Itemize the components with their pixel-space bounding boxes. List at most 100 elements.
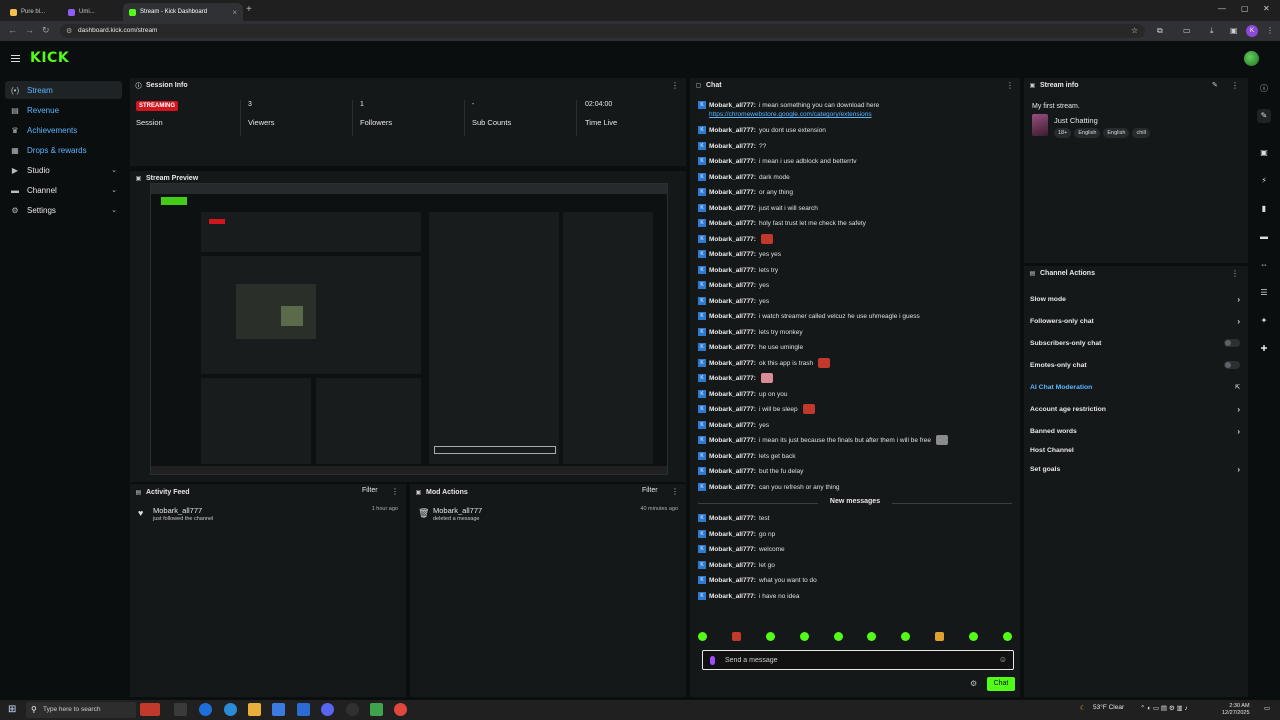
chat-username[interactable]: Mobark_all777: [709,437,756,444]
chat-username[interactable]: Mobark_all777: [709,329,756,336]
edit-layout-icon[interactable]: ✎ [1257,109,1271,123]
chat-username[interactable]: Mobark_all777: [709,313,756,320]
chat-username[interactable]: Mobark_all777: [709,391,756,398]
chat-settings-icon[interactable]: ⚙ [970,679,977,688]
file-explorer-icon[interactable] [248,703,261,716]
more-options-icon[interactable]: ⋮ [1231,81,1239,90]
chrome-icon[interactable] [394,703,407,716]
chat-username[interactable]: Mobark_all777: [709,298,756,305]
edit-pencil-icon[interactable]: ✎ [1212,81,1218,89]
activity-filter-button[interactable]: Filter [362,487,378,494]
sidebar-item-channel[interactable]: ▬ Channel ⌄ [5,181,122,199]
minimize-icon[interactable]: — [1218,4,1226,13]
sidebar-item-settings[interactable]: ⚙ Settings ⌄ [5,201,122,219]
sidebar-item-achievements[interactable]: ♛ Achievements [5,121,122,139]
puzzle-icon[interactable]: ✚ [1257,342,1271,356]
extensions-icon[interactable]: ⧉ [1157,26,1163,36]
stream-category[interactable]: Just Chatting [1054,116,1098,125]
more-options-icon[interactable]: ⋮ [391,487,399,496]
chat-username[interactable]: Mobark_all777: [709,189,756,196]
sidebar-icon[interactable]: ▭ [1183,26,1191,35]
chat-username[interactable]: Mobark_all777: [709,220,756,227]
chat-username[interactable]: Mobark_all777: [709,515,756,522]
browser-tab-1[interactable]: Pure bl... [4,3,58,21]
discord-icon[interactable] [321,703,334,716]
feed-user[interactable]: Mobark_all777 [153,506,202,515]
forward-icon[interactable]: → [25,25,34,35]
list-icon[interactable]: ☰ [1257,286,1271,300]
emote-icon[interactable] [833,632,843,641]
browser-menu-icon[interactable]: ⋮ [1266,26,1274,35]
host-channel-action[interactable]: Host Channel [1030,443,1240,457]
emote-icon[interactable] [698,632,707,641]
send-chat-button[interactable]: Chat [987,677,1015,691]
mail-icon[interactable] [297,703,310,716]
emote-icon[interactable] [901,632,911,641]
microphone-icon[interactable] [710,656,715,665]
chat-bubble-icon[interactable]: ▬ [1257,230,1271,244]
chat-username[interactable]: Mobark_all777: [709,158,756,165]
sidebar-item-stream[interactable]: (•) Stream [5,81,122,99]
lightning-icon[interactable]: ⚡ [1257,174,1271,188]
reload-icon[interactable]: ↻ [42,25,50,36]
taskbar-clock[interactable]: 2:30 AM 12/27/2025 [1222,703,1250,717]
chat-username[interactable]: Mobark_all777: [709,282,756,289]
subscribers-only-toggle[interactable] [1224,339,1240,347]
browser-tab-2[interactable]: Umi... [62,3,120,21]
chat-username[interactable]: Mobark_all777: [709,453,756,460]
emote-icon[interactable] [867,632,877,641]
mod-filter-button[interactable]: Filter [642,487,658,494]
emote-icon[interactable] [765,632,775,641]
slow-mode-action[interactable]: Slow mode › [1030,292,1240,306]
new-tab-icon[interactable]: + [246,4,252,15]
emote-icon[interactable] [935,632,945,641]
edge-icon[interactable] [224,703,237,716]
chat-username[interactable]: Mobark_all777: [709,422,756,429]
url-field[interactable]: dashboard.kick.com/stream [60,24,1145,38]
browser-tab-active[interactable]: Stream - Kick Dashboard × [123,3,243,21]
stream-preview-video[interactable] [150,183,668,475]
document-icon[interactable]: ▮ [1257,202,1271,216]
ai-chat-moderation-action[interactable]: AI Chat Moderation ⇱ [1030,380,1240,394]
taskbar-search[interactable]: ⚲ Type here to search [26,702,136,718]
chat-username[interactable]: Mobark_all777: [709,236,756,243]
store-icon[interactable] [272,703,285,716]
chat-message-input[interactable] [725,654,985,666]
system-tray-icons[interactable]: ⌃ ◐ ▭ ▤ ⚙ ▥ ♪ [1140,704,1188,712]
back-icon[interactable]: ← [8,25,17,35]
close-window-icon[interactable]: ✕ [1263,4,1270,13]
chat-username[interactable]: Mobark_all777: [709,562,756,569]
notification-icon[interactable]: ▭ [1264,704,1270,712]
chat-username[interactable]: Mobark_all777: [709,360,756,367]
info-icon[interactable]: ⓘ [1257,82,1271,96]
chat-username[interactable]: Mobark_all777: [709,174,756,181]
menu-toggle-icon[interactable] [11,55,20,62]
minecraft-icon[interactable] [370,703,383,716]
weather-text[interactable]: 53°F Clear [1093,704,1124,711]
chat-username[interactable]: Mobark_all777: [709,102,756,109]
chat-username[interactable]: Mobark_all777: [709,267,756,274]
chat-username[interactable]: Mobark_all777: [709,143,756,150]
emote-icon[interactable] [1002,632,1012,641]
more-options-icon[interactable]: ⋮ [671,487,679,496]
copilot-icon[interactable] [199,703,212,716]
chat-username[interactable]: Mobark_all777: [709,546,756,553]
chat-username[interactable]: Mobark_all777: [709,344,756,351]
emote-icon[interactable] [799,632,809,641]
chat-username[interactable]: Mobark_all777: [709,593,756,600]
bookmark-star-icon[interactable]: ☆ [1131,26,1138,35]
obs-icon[interactable] [346,703,359,716]
followers-only-chat-action[interactable]: Followers-only chat › [1030,314,1240,328]
kick-logo[interactable]: KICK [30,50,69,66]
more-options-icon[interactable]: ⋮ [671,81,679,90]
chat-username[interactable]: Mobark_all777: [709,531,756,538]
chat-username[interactable]: Mobark_all777: [709,205,756,212]
sidebar-item-revenue[interactable]: ▤ Revenue [5,101,122,119]
chat-username[interactable]: Mobark_all777: [709,577,756,584]
mod-user[interactable]: Mobark_all777 [433,506,482,515]
site-info-icon[interactable]: ⚙ [66,27,72,35]
chat-link[interactable]: https://chromewebstore.google.com/catego… [709,111,872,118]
chat-username[interactable]: Mobark_all777: [709,406,756,413]
emote-icon[interactable] [731,632,741,641]
wrench-icon[interactable]: ✦ [1257,314,1271,328]
